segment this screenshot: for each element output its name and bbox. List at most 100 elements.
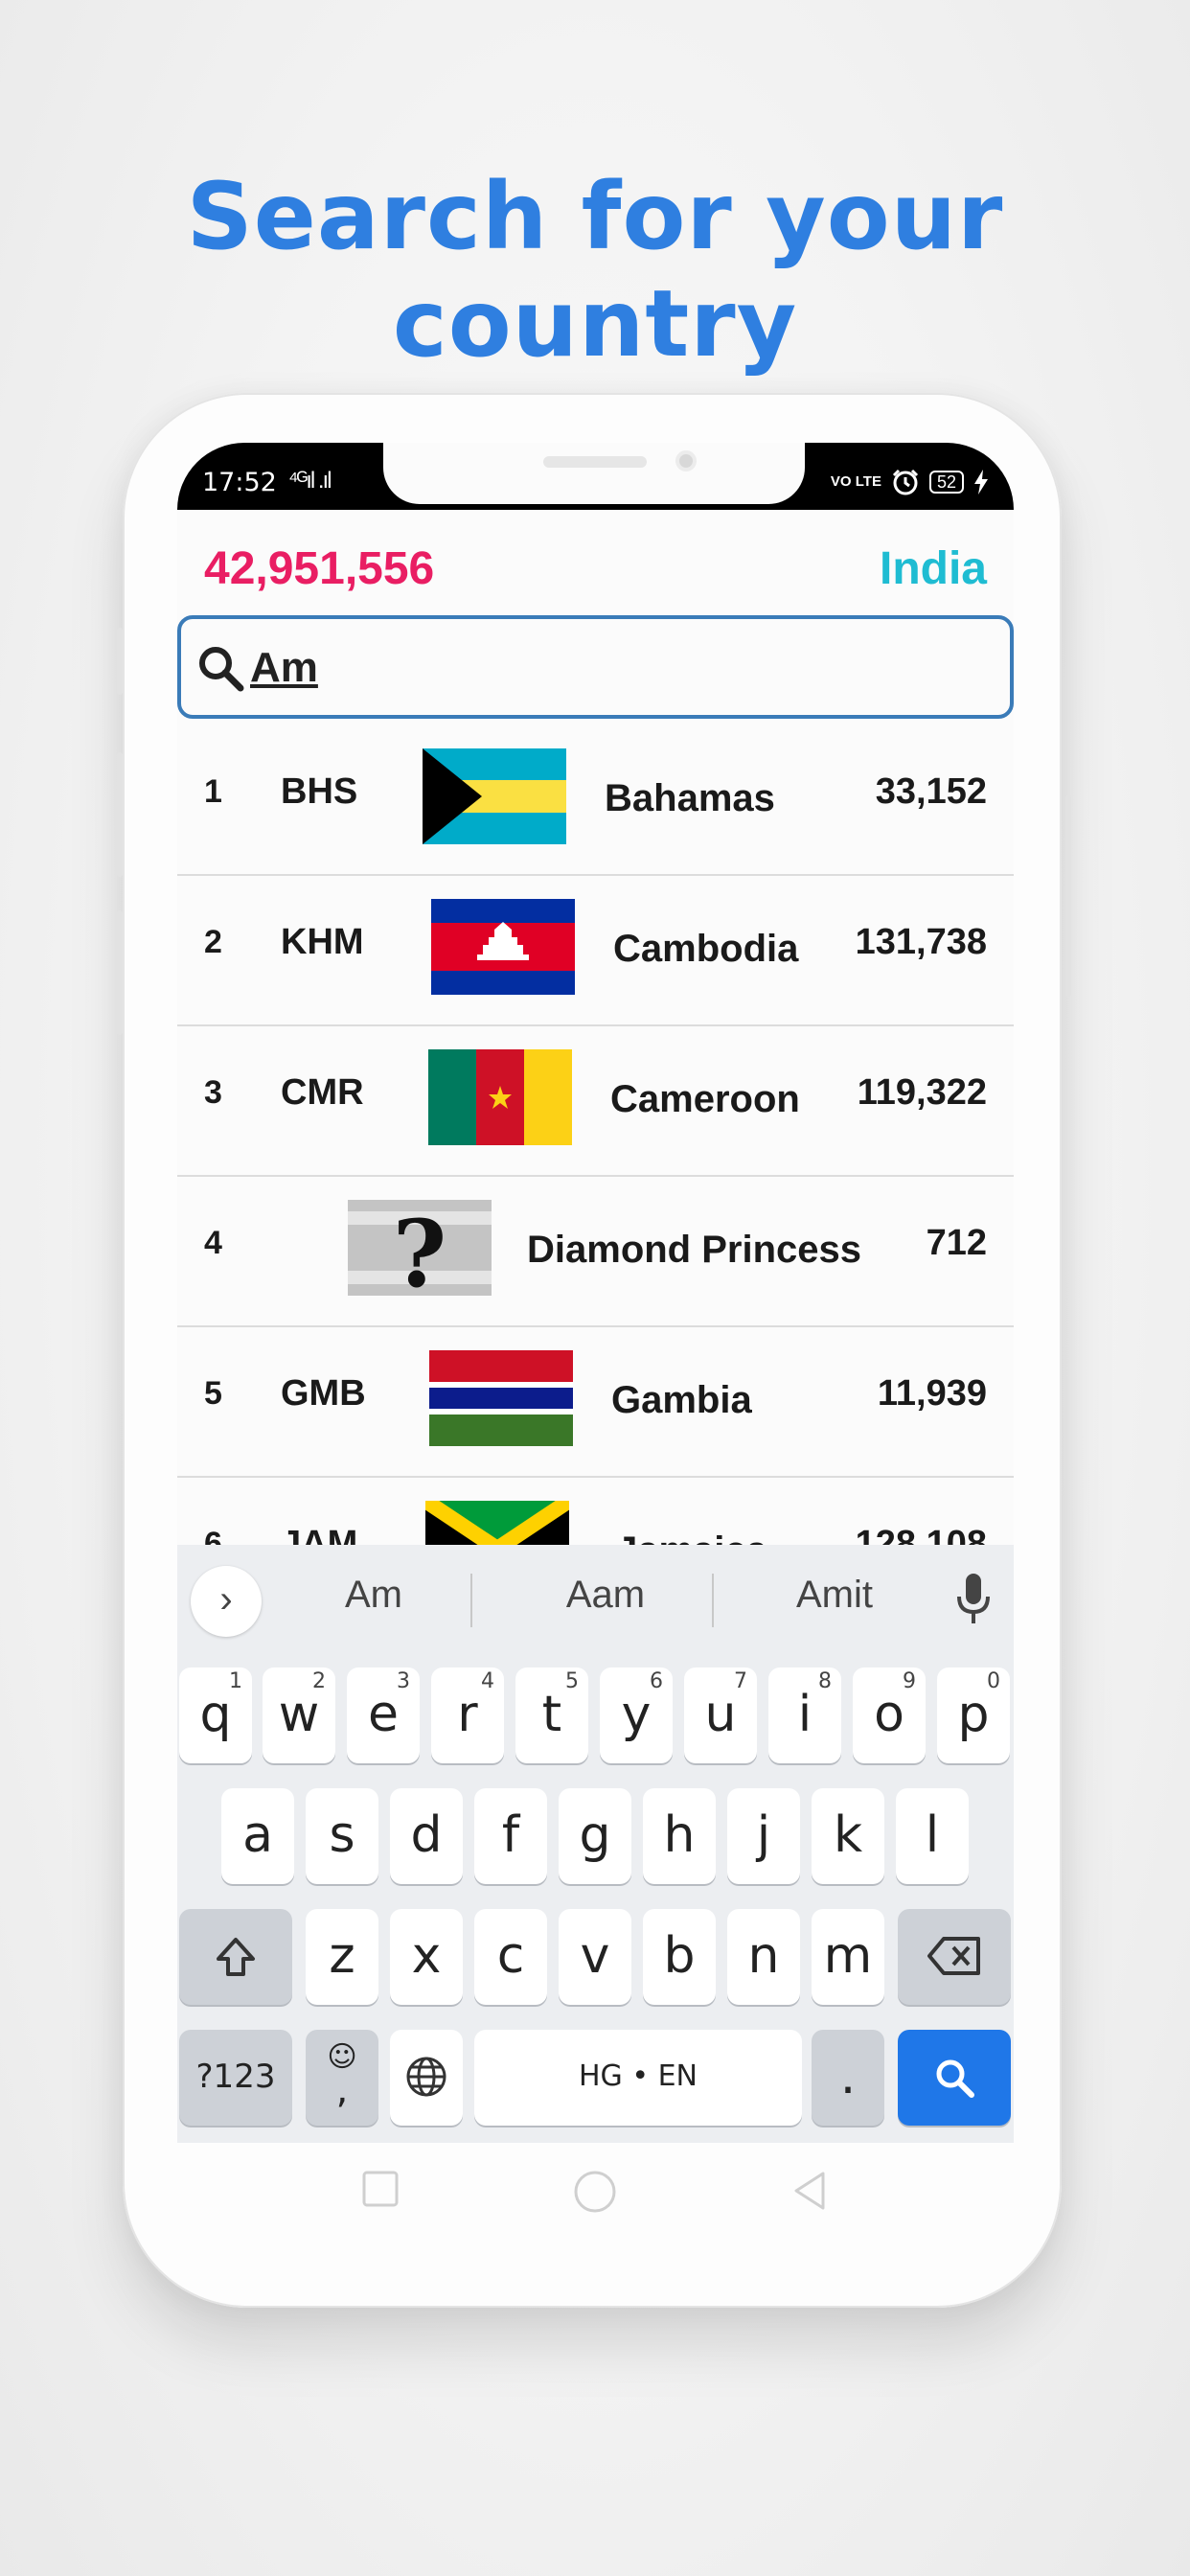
search-icon <box>936 2059 974 2098</box>
row-rank: 1 <box>204 773 222 810</box>
key-u[interactable]: u7 <box>684 1668 757 1763</box>
divider <box>712 1574 714 1627</box>
key-l[interactable]: l <box>896 1788 969 1884</box>
key-hint: 6 <box>650 1669 663 1693</box>
table-row[interactable]: 3 CMR Cameroon 119,322 <box>177 1026 1014 1177</box>
row-code: KHM <box>281 922 364 962</box>
cameroon-flag-icon <box>428 1049 572 1145</box>
search-box[interactable] <box>177 615 1014 719</box>
search-icon <box>199 647 244 692</box>
key-r[interactable]: r4 <box>431 1668 504 1763</box>
table-row[interactable]: 4 ? Diamond Princess 712 <box>177 1177 1014 1327</box>
status-time: 17:52 <box>202 468 277 497</box>
key-w[interactable]: w2 <box>263 1668 335 1763</box>
key-d[interactable]: d <box>390 1788 463 1884</box>
row-country-name: Bahamas <box>605 777 775 819</box>
search-input[interactable] <box>250 640 921 696</box>
language-key[interactable] <box>390 2030 463 2126</box>
svg-text:?: ? <box>393 1200 446 1296</box>
key-p[interactable]: p0 <box>937 1668 1010 1763</box>
key-t[interactable]: t5 <box>515 1668 588 1763</box>
key-j[interactable]: j <box>727 1788 800 1884</box>
soft-keyboard: › Am Aam Amit q1 w2 e3 r4 t5 y6 u7 i8 o9… <box>177 1545 1014 2143</box>
key-z[interactable]: z <box>306 1909 378 2005</box>
row-code: BHS <box>281 771 358 812</box>
key-g[interactable]: g <box>559 1788 631 1884</box>
key-label: t <box>541 1686 562 1743</box>
shift-key[interactable] <box>179 1909 292 2005</box>
row-cases: 33,152 <box>875 771 987 812</box>
search-key[interactable] <box>898 2030 1011 2126</box>
navigation-bar <box>177 2143 1014 2248</box>
key-f[interactable]: f <box>474 1788 547 1884</box>
key-label: r <box>457 1686 478 1743</box>
key-v[interactable]: v <box>559 1909 631 2005</box>
table-row[interactable]: 1 BHS Bahamas 33,152 <box>177 725 1014 876</box>
key-hint: 8 <box>818 1669 832 1693</box>
key-label: e <box>368 1686 399 1743</box>
headline-line-2: country <box>392 270 798 378</box>
key-k[interactable]: k <box>812 1788 884 1884</box>
table-row[interactable]: 5 GMB Gambia 11,939 <box>177 1327 1014 1478</box>
cambodia-flag-icon <box>431 899 575 995</box>
space-key[interactable]: HG • EN <box>474 2030 802 2126</box>
signal-icon: ⁴ᴳıl .ıl <box>288 468 332 494</box>
table-row[interactable]: 2 KHM Cambodia 131,738 <box>177 876 1014 1026</box>
volte-icon: VO LTE <box>830 473 881 490</box>
key-i[interactable]: i8 <box>768 1668 841 1763</box>
globe-icon <box>406 2057 446 2097</box>
speaker-grille <box>543 456 647 468</box>
key-label: q <box>199 1686 232 1743</box>
shift-icon <box>217 1938 255 1976</box>
key-label: u <box>704 1686 737 1743</box>
row-cases: 131,738 <box>855 922 987 962</box>
row-cases: 119,322 <box>857 1072 987 1113</box>
selected-country[interactable]: India <box>880 542 987 595</box>
emoji-comma-key[interactable]: ☺ , <box>306 2030 378 2126</box>
key-y[interactable]: y6 <box>600 1668 673 1763</box>
key-m[interactable]: m <box>812 1909 884 2005</box>
recents-icon[interactable] <box>361 2170 400 2208</box>
key-label: w <box>278 1686 320 1743</box>
backspace-key[interactable] <box>898 1909 1011 2005</box>
key-h[interactable]: h <box>643 1788 716 1884</box>
row-cases: 712 <box>926 1223 987 1263</box>
key-e[interactable]: e3 <box>347 1668 420 1763</box>
status-bar: 17:52 ⁴ᴳıl .ıl VO LTE 52 <box>177 443 1014 510</box>
country-list[interactable]: 1 BHS Bahamas 33,152 2 KHM Cambodia 131,… <box>177 725 1014 1628</box>
key-hint: 0 <box>987 1669 1000 1693</box>
notch <box>383 443 805 504</box>
microphone-icon[interactable] <box>954 1572 993 1625</box>
suggestion[interactable]: Aam <box>495 1574 716 1617</box>
key-q[interactable]: q1 <box>179 1668 252 1763</box>
key-a[interactable]: a <box>221 1788 294 1884</box>
row-country-name: Diamond Princess <box>527 1229 862 1271</box>
key-b[interactable]: b <box>643 1909 716 2005</box>
phone-side-button <box>117 752 123 877</box>
home-icon[interactable] <box>573 2170 617 2214</box>
phone-side-button <box>117 628 123 695</box>
unknown-flag-icon: ? <box>348 1200 492 1296</box>
key-label: y <box>621 1686 652 1743</box>
key-x[interactable]: x <box>390 1909 463 2005</box>
key-c[interactable]: c <box>474 1909 547 2005</box>
symbols-key[interactable]: ?123 <box>179 2030 292 2126</box>
key-s[interactable]: s <box>306 1788 378 1884</box>
row-country-name: Cambodia <box>613 928 799 970</box>
period-key[interactable]: . <box>812 2030 884 2126</box>
row-country-name: Cameroon <box>610 1078 800 1120</box>
total-cases: 42,951,556 <box>204 543 435 594</box>
battery-icon: 52 <box>928 471 964 494</box>
suggestion[interactable]: Amit <box>724 1574 945 1617</box>
headline-line-1: Search for your <box>186 163 1004 270</box>
chevron-right-icon[interactable]: › <box>191 1566 262 1637</box>
key-hint: 5 <box>565 1669 579 1693</box>
phone-screen: 17:52 ⁴ᴳıl .ıl VO LTE 52 42,951,556 Indi… <box>177 443 1014 2143</box>
suggestion[interactable]: Am <box>263 1574 484 1617</box>
key-hint: 3 <box>397 1669 410 1693</box>
key-o[interactable]: o9 <box>853 1668 926 1763</box>
key-n[interactable]: n <box>727 1909 800 2005</box>
key-label: i <box>797 1686 812 1743</box>
back-icon[interactable] <box>790 2170 829 2212</box>
key-label: p <box>957 1686 990 1743</box>
